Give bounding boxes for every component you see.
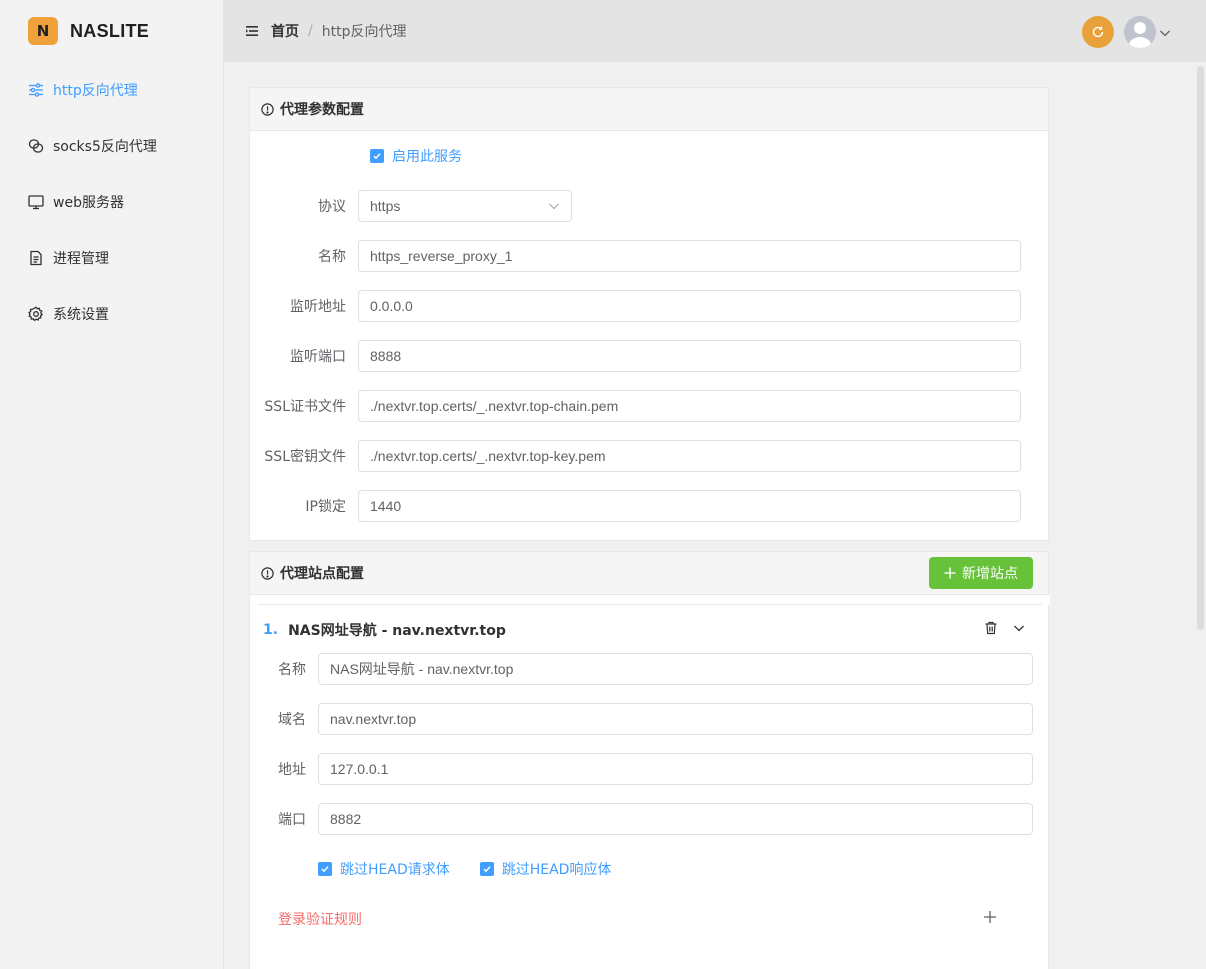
listen-port-row: 监听端口 8888: [250, 340, 1050, 372]
field-label: 域名: [278, 712, 306, 728]
listen-address-row: 监听地址 0.0.0.0: [250, 290, 1050, 322]
protocol-row: 协议 https: [250, 190, 1050, 222]
ip-lock-input[interactable]: 1440: [358, 490, 1021, 522]
refresh-icon: [1092, 26, 1104, 38]
field-label: SSL密钥文件: [264, 449, 346, 465]
site-address-row: 地址 127.0.0.1: [250, 753, 1050, 785]
info-icon: [261, 102, 274, 116]
site-address-input[interactable]: 127.0.0.1: [318, 753, 1033, 785]
checkbox-checked-icon: [370, 149, 384, 163]
avatar[interactable]: [1124, 16, 1156, 48]
field-label: 监听端口: [290, 349, 346, 365]
checkbox-checked-icon: [479, 862, 494, 876]
ssl-key-row: SSL密钥文件 ./nextvr.top.certs/_.nextvr.top-…: [250, 440, 1050, 472]
link-icon: [27, 137, 45, 155]
top-header: 首页 / http反向代理: [224, 0, 1206, 62]
ssl-cert-row: SSL证书文件 ./nextvr.top.certs/_.nextvr.top-…: [250, 390, 1050, 422]
add-site-label: 新增站点: [962, 566, 1018, 582]
document-icon: [27, 249, 45, 267]
user-icon: [1124, 16, 1156, 48]
field-label: IP锁定: [305, 499, 346, 515]
select-value: https: [370, 198, 401, 214]
breadcrumb-home[interactable]: 首页: [271, 21, 299, 41]
chevron-down-icon[interactable]: [1012, 622, 1026, 634]
card-title: 代理站点配置: [280, 566, 364, 582]
site-port-input[interactable]: 8882: [318, 803, 1033, 835]
checkbox-checked-icon: [318, 862, 332, 876]
brand[interactable]: N NASLITE: [0, 0, 223, 62]
menu-toggle-icon[interactable]: [246, 25, 258, 37]
sidebar-item-http-proxy[interactable]: http反向代理: [0, 62, 223, 118]
site-item-header[interactable]: 1. NAS网址导航 - nav.nextvr.top: [263, 620, 506, 640]
auth-rule-label[interactable]: 登录验证规则: [278, 909, 362, 929]
site-port-row: 端口 8882: [250, 803, 1050, 835]
field-label: SSL证书文件: [264, 399, 346, 415]
sidebar-item-label: socks5反向代理: [53, 139, 157, 155]
delete-site-button[interactable]: [984, 621, 998, 635]
listen-address-input[interactable]: 0.0.0.0: [358, 290, 1021, 322]
skip-head-response-checkbox[interactable]: 跳过HEAD响应体: [479, 859, 612, 879]
plus-icon: [944, 567, 956, 579]
sidebar-item-label: web服务器: [53, 195, 124, 211]
chevron-down-icon: [549, 203, 559, 210]
field-label: 名称: [278, 662, 306, 678]
site-title: NAS网址导航 - nav.nextvr.top: [288, 623, 506, 639]
proxy-config-card: 代理参数配置 启用此服务 协议 https 名称 https_reverse_p…: [249, 87, 1049, 541]
listen-port-input[interactable]: 8888: [358, 340, 1021, 372]
sidebar-item-label: 进程管理: [53, 251, 109, 267]
site-domain-row: 域名 nav.nextvr.top: [250, 703, 1050, 735]
sidebar-item-process-mgmt[interactable]: 进程管理: [0, 230, 223, 286]
sidebar-item-web-server[interactable]: web服务器: [0, 174, 223, 230]
field-label: 地址: [278, 762, 306, 778]
info-icon: [261, 566, 274, 580]
name-row: 名称 https_reverse_proxy_1: [250, 240, 1050, 272]
ssl-key-input[interactable]: ./nextvr.top.certs/_.nextvr.top-key.pem: [358, 440, 1021, 472]
chevron-down-icon[interactable]: [1159, 26, 1171, 37]
field-label: 监听地址: [290, 299, 346, 315]
ssl-cert-input[interactable]: ./nextvr.top.certs/_.nextvr.top-chain.pe…: [358, 390, 1021, 422]
sidebar: N NASLITE http反向代理 socks5反向代理 web服务器 进程管…: [0, 0, 224, 969]
enable-service-checkbox[interactable]: 启用此服务: [370, 146, 462, 166]
site-config-header: 代理站点配置 新增站点: [250, 552, 1048, 595]
name-input[interactable]: https_reverse_proxy_1: [358, 240, 1021, 272]
ip-lock-row: IP锁定 1440: [250, 490, 1050, 522]
proxy-config-header: 代理参数配置: [250, 88, 1048, 131]
sidebar-item-label: 系统设置: [53, 307, 109, 323]
sidebar-item-socks5-proxy[interactable]: socks5反向代理: [0, 118, 223, 174]
checkbox-label: 启用此服务: [392, 149, 462, 165]
sidebar-item-label: http反向代理: [53, 83, 138, 99]
main-content: 代理参数配置 启用此服务 协议 https 名称 https_reverse_p…: [224, 62, 1206, 969]
site-options-row: 跳过HEAD请求体 跳过HEAD响应体: [250, 859, 1050, 879]
field-label: 端口: [278, 812, 306, 828]
sidebar-menu: http反向代理 socks5反向代理 web服务器 进程管理 系统设置: [0, 62, 223, 342]
add-site-button[interactable]: 新增站点: [929, 557, 1033, 589]
breadcrumb-separator: /: [308, 23, 313, 39]
scrollbar[interactable]: [1197, 66, 1204, 630]
divider: [258, 604, 1042, 605]
field-label: 名称: [318, 249, 346, 265]
gear-icon: [27, 305, 45, 323]
brand-logo: N: [28, 17, 58, 45]
refresh-button[interactable]: [1082, 16, 1114, 48]
site-index: 1.: [263, 622, 279, 638]
site-domain-input[interactable]: nav.nextvr.top: [318, 703, 1033, 735]
checkbox-label: 跳过HEAD请求体: [340, 862, 450, 878]
site-name-row: 名称 NAS网址导航 - nav.nextvr.top: [250, 653, 1050, 685]
protocol-select[interactable]: https: [358, 190, 572, 222]
sidebar-item-system-settings[interactable]: 系统设置: [0, 286, 223, 342]
field-label: 协议: [318, 199, 346, 215]
skip-head-request-checkbox[interactable]: 跳过HEAD请求体: [318, 859, 450, 879]
sliders-icon: [27, 81, 45, 99]
monitor-icon: [27, 193, 45, 211]
add-auth-rule-icon[interactable]: [983, 910, 997, 924]
site-config-card: 代理站点配置 新增站点 1. NAS网址导航 - nav.nextvr.top …: [249, 551, 1050, 969]
card-title: 代理参数配置: [280, 102, 364, 118]
checkbox-label: 跳过HEAD响应体: [501, 862, 612, 878]
brand-name: NASLITE: [70, 20, 150, 41]
site-name-input[interactable]: NAS网址导航 - nav.nextvr.top: [318, 653, 1033, 685]
trash-icon: [985, 621, 997, 635]
breadcrumb-current: http反向代理: [321, 24, 407, 40]
enable-service-row: 启用此服务: [250, 146, 1050, 166]
